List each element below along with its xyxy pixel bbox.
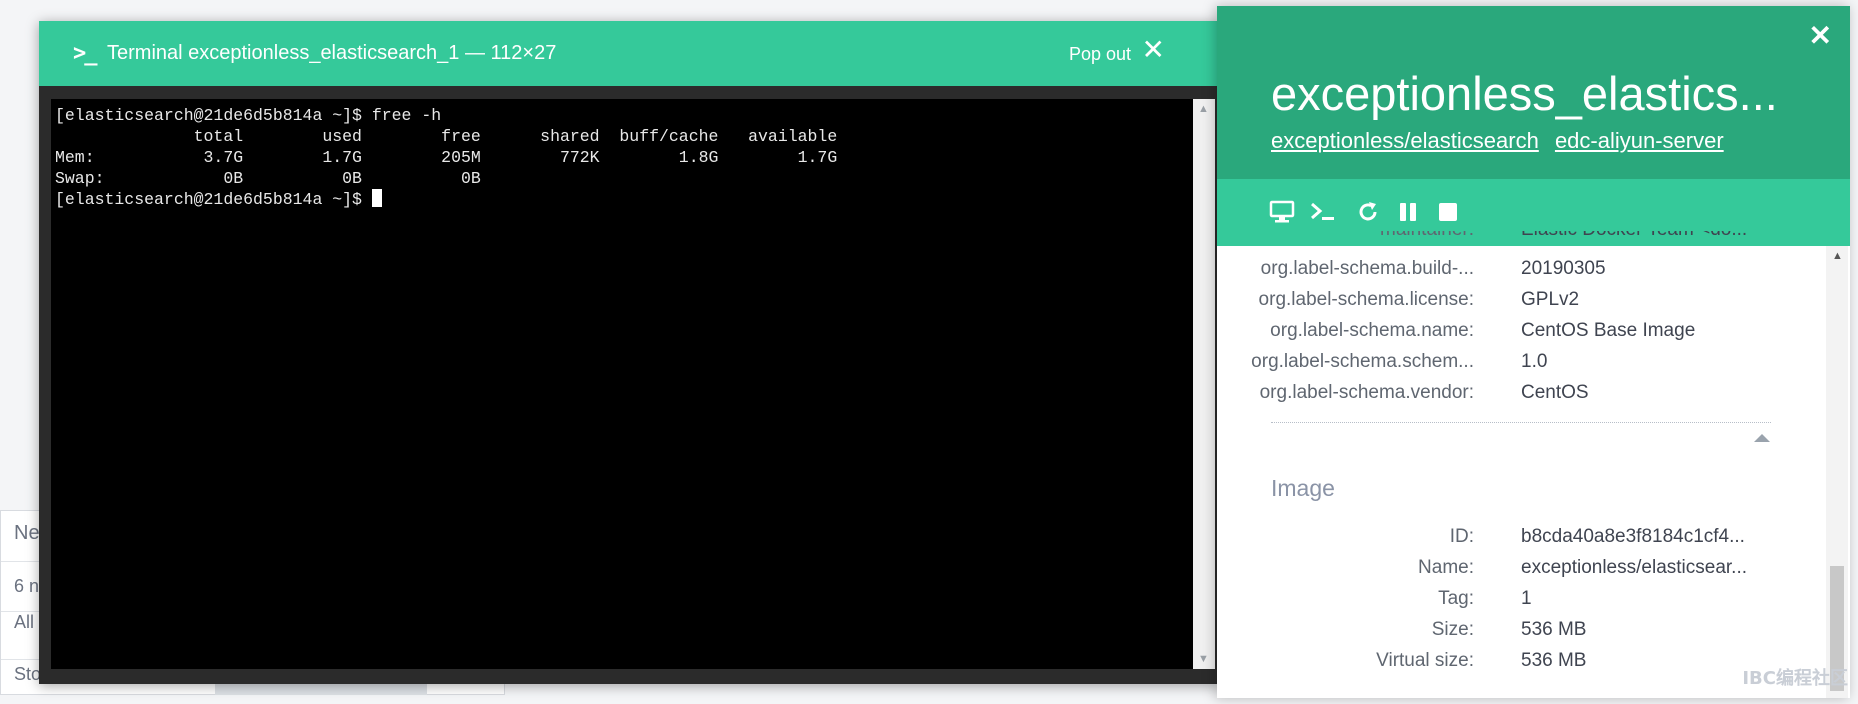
image-section-title: Image	[1271, 475, 1335, 501]
label-key: org.label-schema.vendor:	[1259, 382, 1474, 403]
container-name: exceptionless_elastics...	[1271, 67, 1778, 120]
label-value: 1.0	[1521, 351, 1548, 372]
label-row: maintainer: Elastic Docker Team <do...	[1217, 231, 1826, 245]
image-value: 1	[1521, 588, 1532, 609]
section-divider	[1271, 422, 1771, 423]
host-link[interactable]: edc-aliyun-server	[1555, 128, 1724, 153]
terminal-scrollbar[interactable]: ▲ ▼	[1193, 99, 1215, 669]
image-key: Size:	[1431, 619, 1474, 640]
label-row: org.label-schema.name: CentOS Base Image	[1217, 320, 1826, 346]
background-filter[interactable]: All	[14, 612, 34, 633]
image-key: Tag:	[1438, 588, 1474, 609]
panel-header: ✕ exceptionless_elastics... exceptionles…	[1217, 6, 1850, 179]
image-row: Name: exceptionless/elasticsear...	[1217, 557, 1826, 583]
image-key: Virtual size:	[1376, 650, 1474, 671]
label-value: Elastic Docker Team <do...	[1521, 231, 1771, 241]
label-row: org.label-schema.license: GPLv2	[1217, 289, 1826, 315]
close-icon[interactable]: ✕	[1809, 22, 1832, 50]
terminal-cursor	[371, 189, 382, 207]
scroll-down-icon[interactable]: ▼	[1198, 653, 1209, 665]
image-value: exceptionless/elasticsear...	[1521, 557, 1748, 578]
background-label: 6 n	[14, 576, 40, 596]
panel-body: maintainer: Elastic Docker Team <do... o…	[1217, 231, 1850, 698]
label-key: maintainer:	[1217, 231, 1474, 241]
label-row: org.label-schema.build-... 20190305	[1217, 258, 1826, 284]
image-row: Virtual size: 536 MB	[1217, 650, 1826, 676]
image-value: 536 MB	[1521, 619, 1587, 640]
label-value: GPLv2	[1521, 289, 1580, 310]
terminal-screen[interactable]: [elasticsearch@21de6d5b814a ~]$ free -h …	[51, 99, 1215, 669]
terminal-icon[interactable]	[1308, 197, 1338, 227]
terminal-title: Terminal exceptionless_elasticsearch_1 —…	[107, 42, 557, 64]
watermark: IBC编程社区	[1742, 668, 1848, 689]
terminal-output: [elasticsearch@21de6d5b814a ~]$ free -h …	[55, 106, 838, 209]
label-key: org.label-schema.build-...	[1260, 258, 1474, 279]
restart-icon[interactable]	[1353, 197, 1383, 227]
terminal-window: >_ Terminal exceptionless_elasticsearch_…	[39, 21, 1219, 684]
label-key: org.label-schema.schem...	[1251, 351, 1474, 372]
label-value: CentOS Base Image	[1521, 320, 1696, 341]
container-detail-panel: ✕ exceptionless_elastics... exceptionles…	[1217, 6, 1850, 698]
terminal-icon: >_	[73, 41, 97, 66]
close-icon[interactable]: ✕	[1142, 36, 1165, 64]
label-value: CentOS	[1521, 382, 1589, 403]
image-row: Size: 536 MB	[1217, 619, 1826, 645]
label-key: org.label-schema.license:	[1258, 289, 1474, 310]
label-row: org.label-schema.schem... 1.0	[1217, 351, 1826, 377]
image-value: b8cda40a8e3f8184c1cf4...	[1521, 526, 1745, 547]
scroll-up-icon[interactable]: ▲	[1832, 250, 1843, 262]
scroll-up-icon[interactable]: ▲	[1198, 103, 1209, 115]
image-row: Tag: 1	[1217, 588, 1826, 614]
stop-icon[interactable]	[1433, 197, 1463, 227]
image-key: ID:	[1449, 526, 1474, 547]
collapse-caret-icon[interactable]	[1754, 434, 1770, 442]
panel-links: exceptionless/elasticsearch edc-aliyun-s…	[1271, 128, 1734, 154]
background-label: Ne	[14, 522, 40, 544]
image-row: ID: b8cda40a8e3f8184c1cf4...	[1217, 526, 1826, 552]
pop-out-button[interactable]: Pop out	[1069, 44, 1131, 65]
terminal-header: >_ Terminal exceptionless_elasticsearch_…	[39, 21, 1219, 86]
label-row: org.label-schema.vendor: CentOS	[1217, 382, 1826, 408]
image-link[interactable]: exceptionless/elasticsearch	[1271, 128, 1539, 153]
image-value: 536 MB	[1521, 650, 1587, 671]
label-key: org.label-schema.name:	[1270, 320, 1474, 341]
image-key: Name:	[1418, 557, 1474, 578]
monitor-icon[interactable]	[1267, 197, 1297, 227]
pause-icon[interactable]	[1393, 197, 1423, 227]
panel-scrollbar[interactable]: ▲	[1826, 246, 1848, 698]
label-value: 20190305	[1521, 258, 1606, 279]
